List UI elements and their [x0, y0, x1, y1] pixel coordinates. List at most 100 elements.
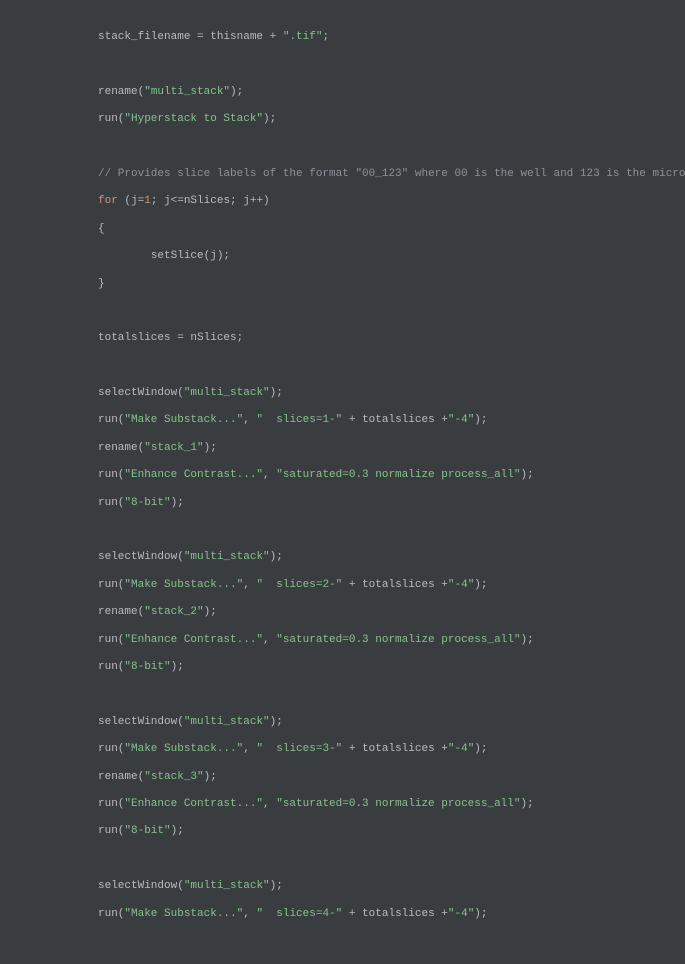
code-token-default: ; j<=nSlices; j++) — [151, 195, 270, 207]
code-token-string: "stack_1" — [144, 442, 203, 454]
code-line: selectWindow("multi_stack"); — [98, 879, 685, 894]
code-token-default: run( — [98, 497, 124, 509]
code-token-comment: // Provides slice labels of the format "… — [98, 168, 685, 180]
code-token-default: + totalslices + — [342, 908, 448, 920]
code-line: rename("stack_3"); — [98, 770, 685, 785]
code-token-default: + totalslices + — [342, 579, 448, 591]
code-token-default: ); — [263, 113, 276, 125]
code-token-default: run( — [98, 908, 124, 920]
code-token-string: " slices=4-" — [256, 908, 342, 920]
code-line: run("8-bit"); — [98, 496, 685, 511]
code-token-default: selectWindow( — [98, 716, 184, 728]
code-token-default: ); — [171, 825, 184, 837]
code-token-string: "Make Substack..." — [124, 414, 243, 426]
code-token-default: , — [243, 414, 256, 426]
code-token-default: run( — [98, 825, 124, 837]
code-token-default: totalslices = nSlices; — [98, 332, 243, 344]
code-token-default: rename( — [98, 86, 144, 98]
code-line: totalslices = nSlices; — [98, 331, 685, 346]
code-token-default: run( — [98, 743, 124, 755]
code-token-string: "Enhance Contrast..." — [124, 634, 263, 646]
code-token-default: rename( — [98, 606, 144, 618]
code-token-default: ); — [520, 469, 533, 481]
code-token-default: ); — [171, 661, 184, 673]
code-token-default: ); — [270, 880, 283, 892]
code-token-string: "Enhance Contrast..." — [124, 798, 263, 810]
code-token-string: "stack_3" — [144, 771, 203, 783]
code-token-default: setSlice(j); — [151, 250, 230, 262]
code-token-default: rename( — [98, 442, 144, 454]
code-token-keyword: for — [98, 195, 118, 207]
code-token-string: " slices=1-" — [256, 414, 342, 426]
code-token-string: ".tif" — [283, 31, 323, 43]
code-token-default: selectWindow( — [98, 880, 184, 892]
code-token-string: "stack_2" — [144, 606, 203, 618]
code-token-default: , — [243, 579, 256, 591]
code-line: run("Make Substack...", " slices=3-" + t… — [98, 742, 685, 757]
code-token-default: ; — [322, 31, 329, 43]
code-token-default: ); — [204, 771, 217, 783]
code-token-default: (j= — [118, 195, 144, 207]
code-token-default: } — [98, 278, 105, 290]
code-token-number: 1 — [144, 195, 151, 207]
code-token-default: ); — [270, 551, 283, 563]
code-token-default: , — [243, 743, 256, 755]
code-block: stack_filename = thisname + ".tif"; rena… — [98, 30, 685, 922]
code-token-default: selectWindow( — [98, 551, 184, 563]
code-line: rename("stack_2"); — [98, 605, 685, 620]
code-line — [98, 359, 685, 374]
code-token-default: selectWindow( — [98, 387, 184, 399]
code-token-string: "multi_stack" — [184, 880, 270, 892]
code-token-string: "8-bit" — [124, 825, 170, 837]
code-token-string: "-4" — [448, 743, 474, 755]
code-line: { — [98, 222, 685, 237]
code-line: run("Make Substack...", " slices=4-" + t… — [98, 907, 685, 922]
code-line: run("Hyperstack to Stack"); — [98, 112, 685, 127]
code-token-string: "-4" — [448, 908, 474, 920]
code-token-default: { — [98, 223, 105, 235]
code-token-string: "8-bit" — [124, 497, 170, 509]
code-token-string: " slices=3-" — [256, 743, 342, 755]
code-line: stack_filename = thisname + ".tif"; — [98, 30, 685, 45]
code-token-string: "-4" — [448, 414, 474, 426]
code-token-default: run( — [98, 661, 124, 673]
code-token-default: ); — [474, 579, 487, 591]
code-token-default: ); — [270, 387, 283, 399]
code-token-string: "8-bit" — [124, 661, 170, 673]
code-line: run("Enhance Contrast...", "saturated=0.… — [98, 633, 685, 648]
code-token-string: "Hyperstack to Stack" — [124, 113, 263, 125]
code-token-default: ); — [474, 414, 487, 426]
code-line: run("Make Substack...", " slices=1-" + t… — [98, 413, 685, 428]
code-token-string: "saturated=0.3 normalize process_all" — [276, 634, 520, 646]
code-line — [98, 304, 685, 319]
code-line: run("Enhance Contrast...", "saturated=0.… — [98, 468, 685, 483]
code-line: run("Enhance Contrast...", "saturated=0.… — [98, 797, 685, 812]
code-line: selectWindow("multi_stack"); — [98, 550, 685, 565]
code-token-default: ); — [230, 86, 243, 98]
code-line: } — [98, 277, 685, 292]
code-line: run("Make Substack...", " slices=2-" + t… — [98, 578, 685, 593]
code-token-string: "saturated=0.3 normalize process_all" — [276, 469, 520, 481]
code-token-default: , — [243, 908, 256, 920]
code-line — [98, 687, 685, 702]
code-token-default: run( — [98, 579, 124, 591]
code-token-default: stack_filename = thisname + — [98, 31, 283, 43]
code-token-default: ); — [204, 606, 217, 618]
code-token-default: run( — [98, 414, 124, 426]
code-token-default: , — [263, 469, 276, 481]
code-line: setSlice(j); — [98, 249, 685, 264]
code-line: rename("multi_stack"); — [98, 85, 685, 100]
code-line: rename("stack_1"); — [98, 441, 685, 456]
code-token-default: ); — [474, 743, 487, 755]
code-line: run("8-bit"); — [98, 824, 685, 839]
code-line — [98, 140, 685, 155]
code-line: run("8-bit"); — [98, 660, 685, 675]
code-token-default: ); — [520, 798, 533, 810]
code-token-default: ); — [474, 908, 487, 920]
code-token-default: , — [263, 634, 276, 646]
code-token-string: "multi_stack" — [184, 716, 270, 728]
code-token-string: "Make Substack..." — [124, 579, 243, 591]
code-line: for (j=1; j<=nSlices; j++) — [98, 194, 685, 209]
code-token-default: ); — [270, 716, 283, 728]
code-token-default: , — [263, 798, 276, 810]
